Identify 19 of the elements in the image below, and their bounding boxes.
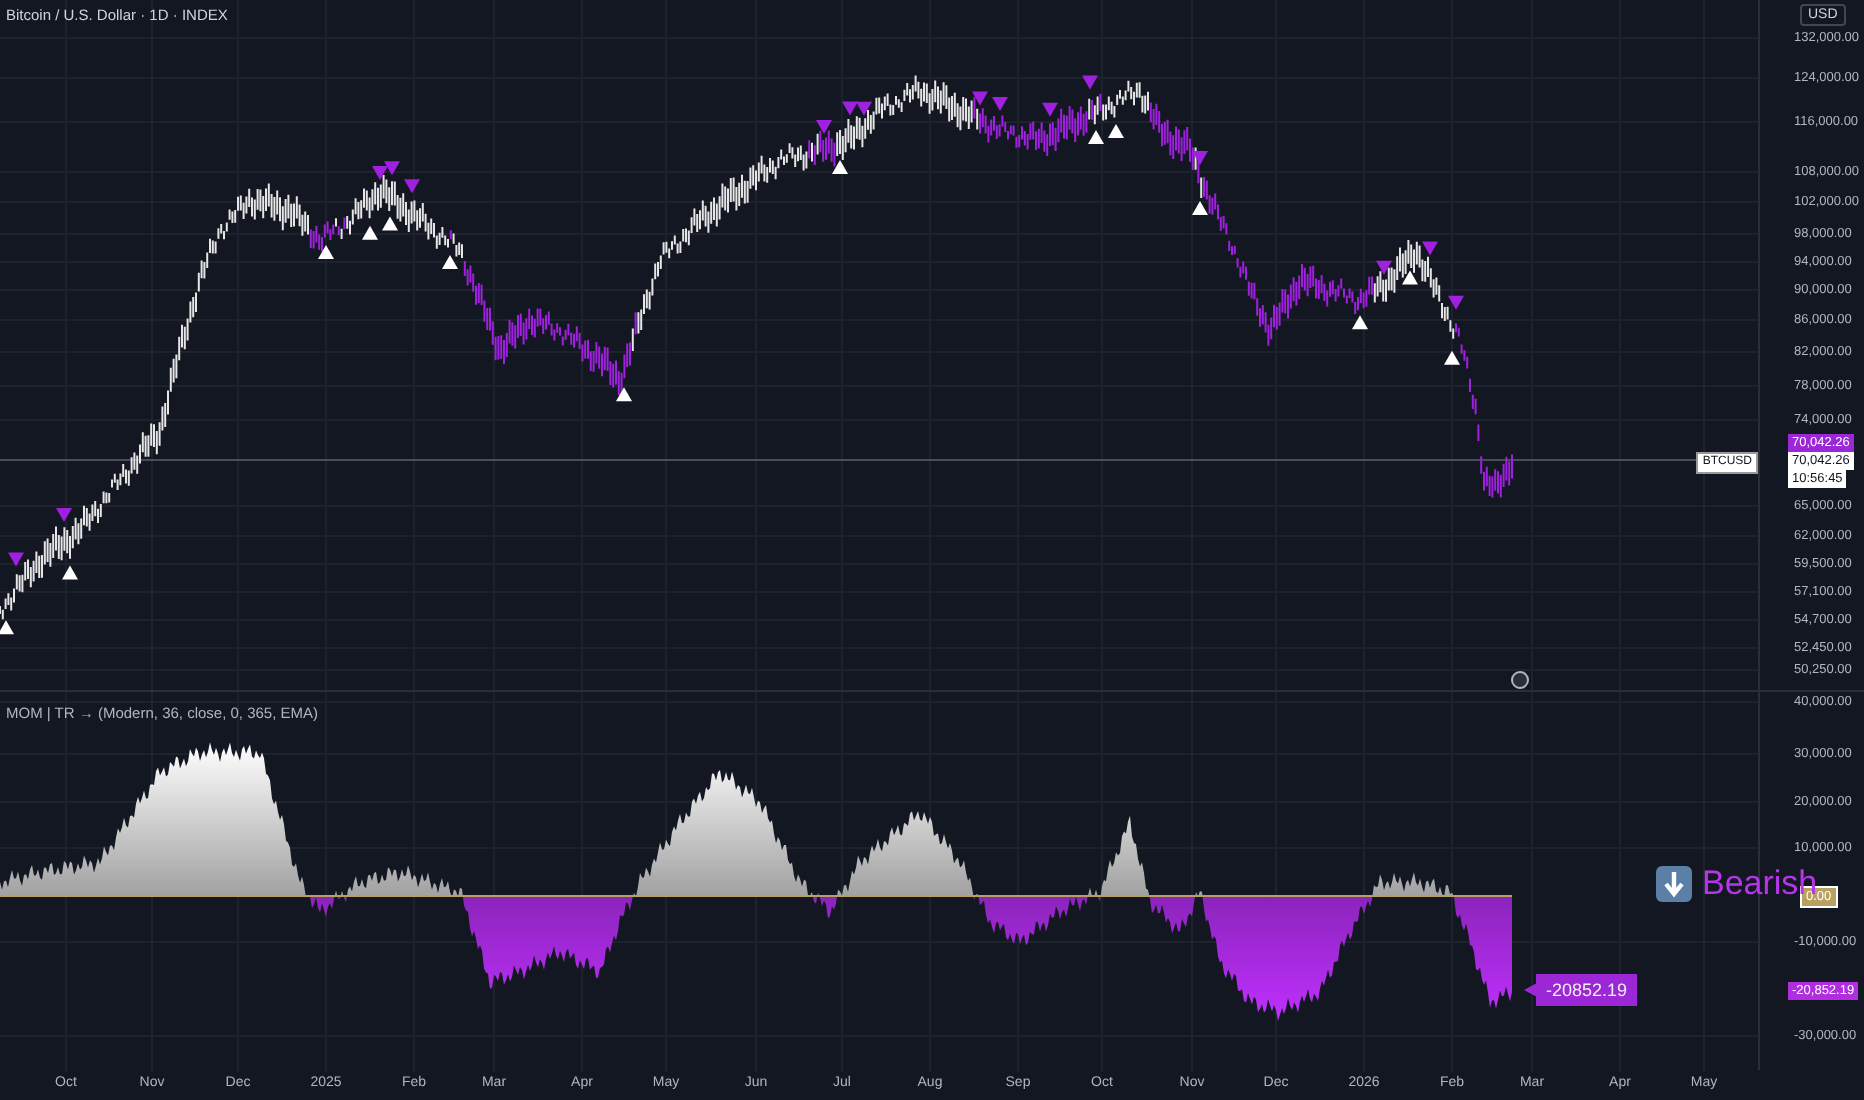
up-triangle-icon [0,620,14,635]
value-tooltip: -20852.19 [1524,974,1638,1006]
down-triangle-icon [1376,260,1392,275]
up-triangle-icon [616,387,632,402]
up-triangle-icon [442,254,458,269]
down-triangle-icon [1448,295,1464,310]
up-triangle-icon [1352,315,1368,330]
down-triangle-icon [8,552,24,567]
up-triangle-icon [832,160,848,174]
down-triangle-icon [1192,150,1208,165]
down-triangle-icon [1422,241,1438,256]
down-triangle-icon [1082,75,1098,90]
up-triangle-icon [318,245,334,260]
up-triangle-icon [62,565,78,580]
up-triangle-icon [1192,200,1208,215]
up-triangle-icon [1402,270,1418,285]
down-triangle-icon [56,507,72,522]
down-triangle-icon [1042,102,1058,117]
up-triangle-icon [1444,350,1460,365]
